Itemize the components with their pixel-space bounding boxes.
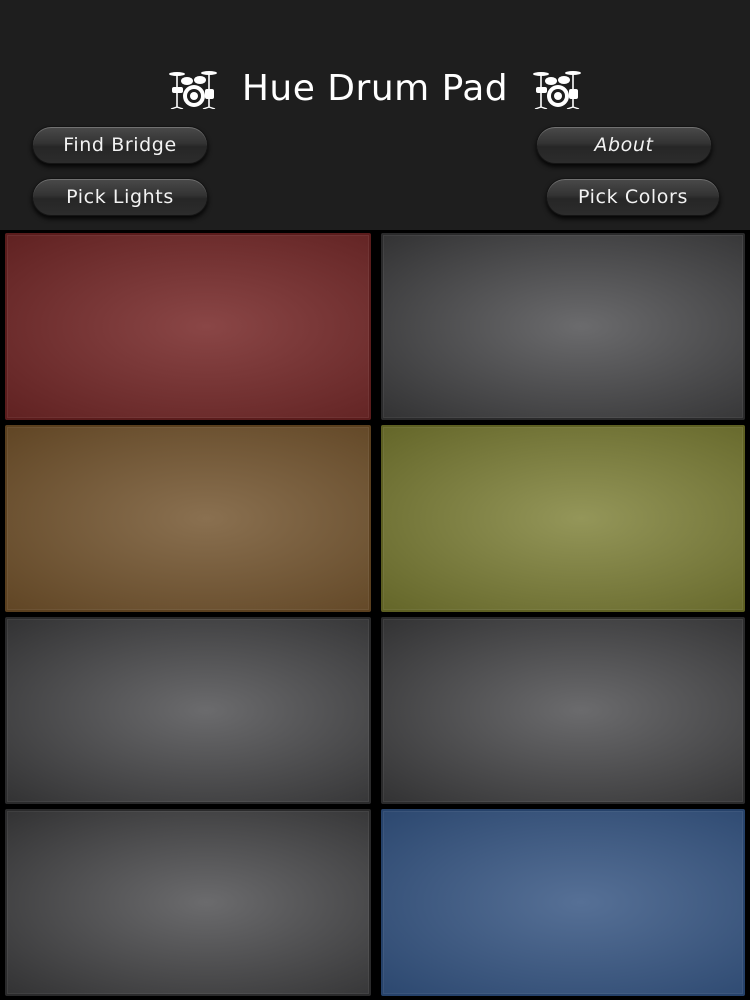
drum-pad-5[interactable] — [5, 617, 371, 804]
drum-pad-4[interactable] — [381, 425, 745, 612]
find-bridge-button[interactable]: Find Bridge — [32, 126, 208, 164]
drum-pad-1[interactable] — [5, 233, 371, 420]
title-row: Hue Drum Pad — [0, 64, 750, 112]
drum-pad-8[interactable] — [381, 809, 745, 996]
app-title: Hue Drum Pad — [241, 67, 509, 109]
about-button[interactable]: About — [536, 126, 712, 164]
header-bar: Hue Drum Pad Find Bridge About Pick Ligh… — [0, 0, 750, 230]
pick-lights-button[interactable]: Pick Lights — [32, 178, 208, 216]
drum-pad-2[interactable] — [381, 233, 745, 420]
drum-pad-7[interactable] — [5, 809, 371, 996]
drum-pad-3[interactable] — [5, 425, 371, 612]
drum-pad-6[interactable] — [381, 617, 745, 804]
drum-kit-icon — [533, 71, 582, 109]
pick-colors-button[interactable]: Pick Colors — [546, 178, 720, 216]
drum-kit-icon — [168, 71, 217, 109]
